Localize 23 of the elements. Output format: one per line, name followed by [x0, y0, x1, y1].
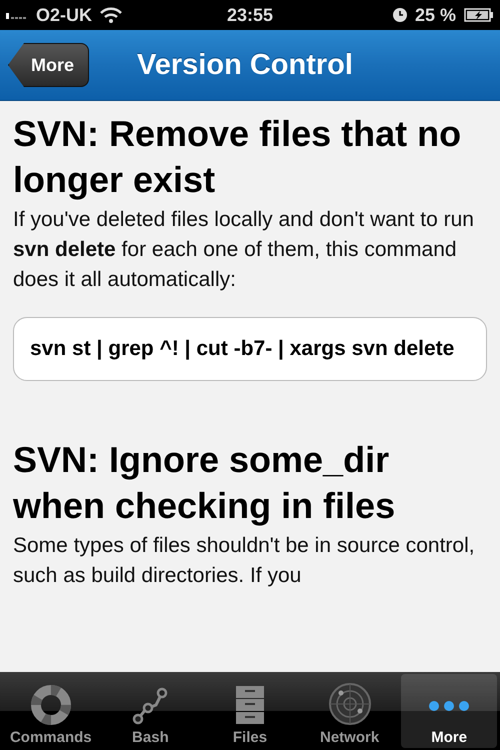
battery-percent: 25 %: [414, 4, 456, 26]
clock-time: 23:55: [226, 4, 274, 26]
tab[interactable]: Commands: [3, 674, 99, 748]
tab[interactable]: Files: [202, 674, 298, 748]
tab[interactable]: Bash: [102, 674, 198, 748]
clock-icon: [392, 8, 407, 22]
signal-icon: [6, 11, 28, 19]
lifebuoy-icon: [30, 685, 71, 725]
code-snippet: svn st | grep ^! | cut -b7- | xargs svn delete: [13, 317, 487, 381]
carrier-name: O2-UK: [36, 4, 92, 26]
more-dots-icon: [428, 700, 470, 712]
section-text: If you've deleted files locally and don't want to run svn delete for each one of them, this command does it all automatically:: [13, 207, 475, 293]
tab[interactable]: More: [401, 674, 497, 748]
tab[interactable]: Network: [302, 674, 398, 748]
file-cabinet-icon: [234, 685, 266, 725]
battery-icon: [464, 8, 494, 22]
section-heading: SVN: Remove files that no longer exist: [13, 112, 462, 202]
page-title: Version Control: [137, 48, 353, 82]
radar-icon: [328, 683, 371, 725]
wifi-icon: [100, 7, 122, 23]
back-button[interactable]: More: [8, 43, 90, 87]
section-text: Some types of files shouldn't be in source control, such as build directories. If you: [13, 533, 476, 589]
section-heading: SVN: Ignore some_dir when checking in files: [13, 438, 396, 528]
